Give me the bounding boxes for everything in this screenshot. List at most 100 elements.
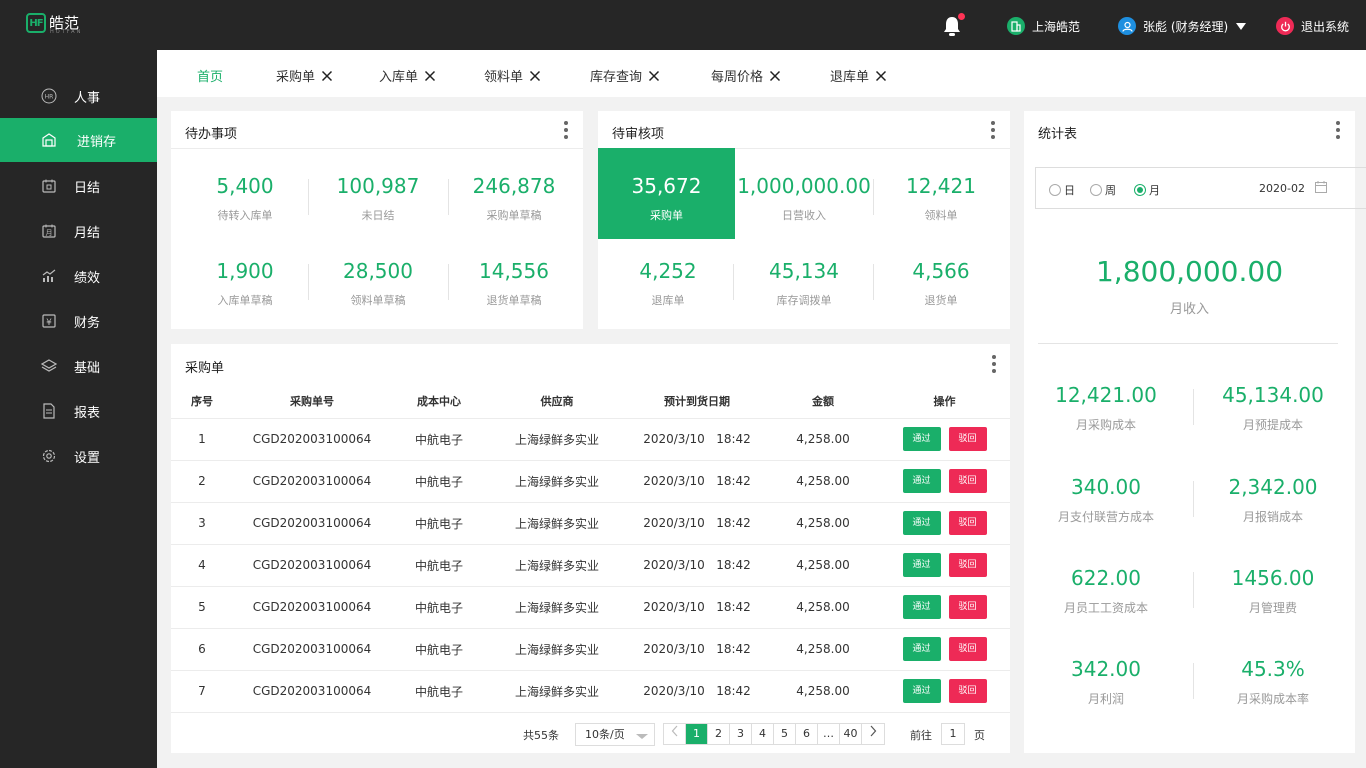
sidebar-item-label: 绩效 bbox=[74, 270, 101, 286]
more-options-icon[interactable] bbox=[564, 121, 568, 139]
stat-label: 退货单 bbox=[924, 294, 958, 307]
sidebar-item-basic[interactable]: 基础 bbox=[0, 344, 157, 388]
close-icon[interactable] bbox=[769, 70, 781, 82]
close-icon[interactable] bbox=[529, 70, 541, 82]
more-options-icon[interactable] bbox=[992, 355, 996, 373]
stat-purchase-draft[interactable]: 246,878 采购单草稿 bbox=[446, 174, 582, 223]
page-button[interactable]: 3 bbox=[730, 724, 752, 744]
metric-value: 340.00 bbox=[1071, 475, 1141, 499]
stat-review-transfer[interactable]: 45,134 库存调拨单 bbox=[736, 259, 872, 308]
sidebar-item-label: 进销存 bbox=[77, 134, 117, 150]
sidebar-item-monthly[interactable]: 月 月结 bbox=[0, 209, 157, 253]
sidebar-item-inventory[interactable]: 进销存 bbox=[0, 118, 157, 162]
close-icon[interactable] bbox=[321, 70, 333, 82]
sidebar-item-hr[interactable]: HR 人事 bbox=[0, 74, 157, 118]
sidebar-item-reports[interactable]: 报表 bbox=[0, 389, 157, 433]
reject-button[interactable]: 驳回 bbox=[948, 511, 987, 535]
reject-button[interactable]: 驳回 bbox=[948, 595, 987, 619]
stat-value: 28,500 bbox=[343, 259, 413, 283]
stat-review-material[interactable]: 12,421 领料单 bbox=[873, 174, 1009, 223]
stat-review-return-stock[interactable]: 4,252 退库单 bbox=[600, 259, 736, 308]
page-button[interactable]: 5 bbox=[774, 724, 796, 744]
month-picker-value[interactable]: 2020-02 bbox=[1259, 182, 1305, 195]
metric-label: 月员工工资成本 bbox=[1063, 601, 1148, 615]
stat-daily-revenue[interactable]: 1,000,000.00 日营收入 bbox=[736, 174, 872, 223]
stat-label: 日营收入 bbox=[782, 209, 826, 222]
arrival-date: 2020/3/10 18:42 bbox=[627, 460, 767, 503]
period-week-radio[interactable]: 周 bbox=[1090, 182, 1116, 198]
tab-material[interactable]: 领料单 bbox=[484, 66, 541, 85]
page-button[interactable]: 1 bbox=[686, 724, 708, 744]
stat-review-purchase[interactable]: 35,672 采购单 bbox=[598, 174, 735, 223]
table-row[interactable]: 1 CGD202003100064 中航电子 上海绿鲜多实业 2020/3/10 18:… bbox=[171, 418, 1010, 461]
metric-management-fee: 1456.00 月管理费 bbox=[1193, 566, 1353, 616]
stat-inbound-draft[interactable]: 1,900 入库单草稿 bbox=[177, 259, 313, 308]
period-month-radio[interactable]: 月 bbox=[1134, 182, 1160, 198]
close-icon[interactable] bbox=[648, 70, 660, 82]
stat-return-draft[interactable]: 14,556 退货单草稿 bbox=[446, 259, 582, 308]
more-options-icon[interactable] bbox=[991, 121, 995, 139]
user-icon bbox=[1118, 17, 1136, 35]
company-switcher[interactable]: 上海皓范 bbox=[1007, 16, 1080, 36]
prev-page-icon[interactable] bbox=[664, 724, 686, 744]
sidebar-item-daily[interactable]: 日结 bbox=[0, 164, 157, 208]
amount: 4,258.00 bbox=[767, 460, 879, 503]
divider bbox=[1038, 343, 1338, 344]
sidebar-item-finance[interactable]: ¥ 财务 bbox=[0, 299, 157, 343]
close-icon[interactable] bbox=[424, 70, 436, 82]
approve-button[interactable]: 通过 bbox=[902, 637, 941, 661]
tab-inbound[interactable]: 入库单 bbox=[379, 66, 436, 85]
stat-value: 5,400 bbox=[216, 174, 274, 198]
table-row[interactable]: 5 CGD202003100064 中航电子 上海绿鲜多实业 2020/3/10 18:… bbox=[171, 586, 1010, 629]
logout-button[interactable]: 退出系统 bbox=[1276, 16, 1349, 36]
more-options-icon[interactable] bbox=[1336, 121, 1340, 139]
sidebar-item-settings[interactable]: 设置 bbox=[0, 434, 157, 478]
cost-center: 中航电子 bbox=[391, 586, 487, 629]
table-row[interactable]: 6 CGD202003100064 中航电子 上海绿鲜多实业 2020/3/10 18:… bbox=[171, 628, 1010, 671]
tab-purchase[interactable]: 采购单 bbox=[276, 66, 333, 85]
reject-button[interactable]: 驳回 bbox=[948, 427, 987, 451]
reject-button[interactable]: 驳回 bbox=[948, 553, 987, 577]
approve-button[interactable]: 通过 bbox=[902, 679, 941, 703]
day-calendar-icon bbox=[41, 178, 57, 194]
report-icon bbox=[41, 403, 57, 419]
supplier-name: 上海绿鲜多实业 bbox=[487, 502, 627, 545]
approve-button[interactable]: 通过 bbox=[902, 469, 941, 493]
page-ellipsis[interactable]: … bbox=[818, 724, 840, 744]
stat-pending-inbound[interactable]: 5,400 待转入库单 bbox=[177, 174, 313, 223]
table-row[interactable]: 4 CGD202003100064 中航电子 上海绿鲜多实业 2020/3/10 18:… bbox=[171, 544, 1010, 587]
tab-stock-query[interactable]: 库存查询 bbox=[590, 66, 660, 85]
page-button[interactable]: 2 bbox=[708, 724, 730, 744]
page-button[interactable]: 4 bbox=[752, 724, 774, 744]
table-row[interactable]: 3 CGD202003100064 中航电子 上海绿鲜多实业 2020/3/10 18:… bbox=[171, 502, 1010, 545]
goto-page-input[interactable]: 1 bbox=[941, 723, 965, 745]
approve-button[interactable]: 通过 bbox=[902, 595, 941, 619]
table-row[interactable]: 2 CGD202003100064 中航电子 上海绿鲜多实业 2020/3/10 18:… bbox=[171, 460, 1010, 503]
close-icon[interactable] bbox=[875, 70, 887, 82]
table-row[interactable]: 7 CGD202003100064 中航电子 上海绿鲜多实业 2020/3/10 18:… bbox=[171, 670, 1010, 713]
period-day-radio[interactable]: 日 bbox=[1049, 182, 1075, 198]
sidebar: HR 人事 进销存 日结 月 月结 绩效 ¥ 财务 基础 报表 设置 bbox=[0, 50, 157, 768]
next-page-icon[interactable] bbox=[862, 724, 884, 744]
tab-weekly-price[interactable]: 每周价格 bbox=[711, 66, 781, 85]
app-logo[interactable]: HF 皓范 HOTFAN bbox=[26, 13, 80, 35]
sidebar-item-performance[interactable]: 绩效 bbox=[0, 254, 157, 298]
page-button[interactable]: 40 bbox=[840, 724, 862, 744]
tab-return[interactable]: 退库单 bbox=[830, 66, 887, 85]
reject-button[interactable]: 驳回 bbox=[948, 637, 987, 661]
reject-button[interactable]: 驳回 bbox=[948, 469, 987, 493]
stat-review-return-goods[interactable]: 4,566 退货单 bbox=[873, 259, 1009, 308]
stat-material-draft[interactable]: 28,500 领料单草稿 bbox=[310, 259, 446, 308]
tab-home[interactable]: 首页 bbox=[197, 66, 223, 85]
page-button[interactable]: 6 bbox=[796, 724, 818, 744]
user-menu[interactable]: 张彪 (财务经理) bbox=[1118, 16, 1247, 36]
page-size-select[interactable]: 10条/页 bbox=[575, 723, 655, 746]
reject-button[interactable]: 驳回 bbox=[948, 679, 987, 703]
notification-bell-icon[interactable] bbox=[942, 12, 966, 37]
approve-button[interactable]: 通过 bbox=[902, 427, 941, 451]
calendar-icon[interactable] bbox=[1315, 181, 1327, 193]
chevron-down-icon bbox=[636, 734, 648, 739]
stat-not-daily-closed[interactable]: 100,987 未日结 bbox=[310, 174, 446, 223]
approve-button[interactable]: 通过 bbox=[902, 553, 941, 577]
approve-button[interactable]: 通过 bbox=[902, 511, 941, 535]
